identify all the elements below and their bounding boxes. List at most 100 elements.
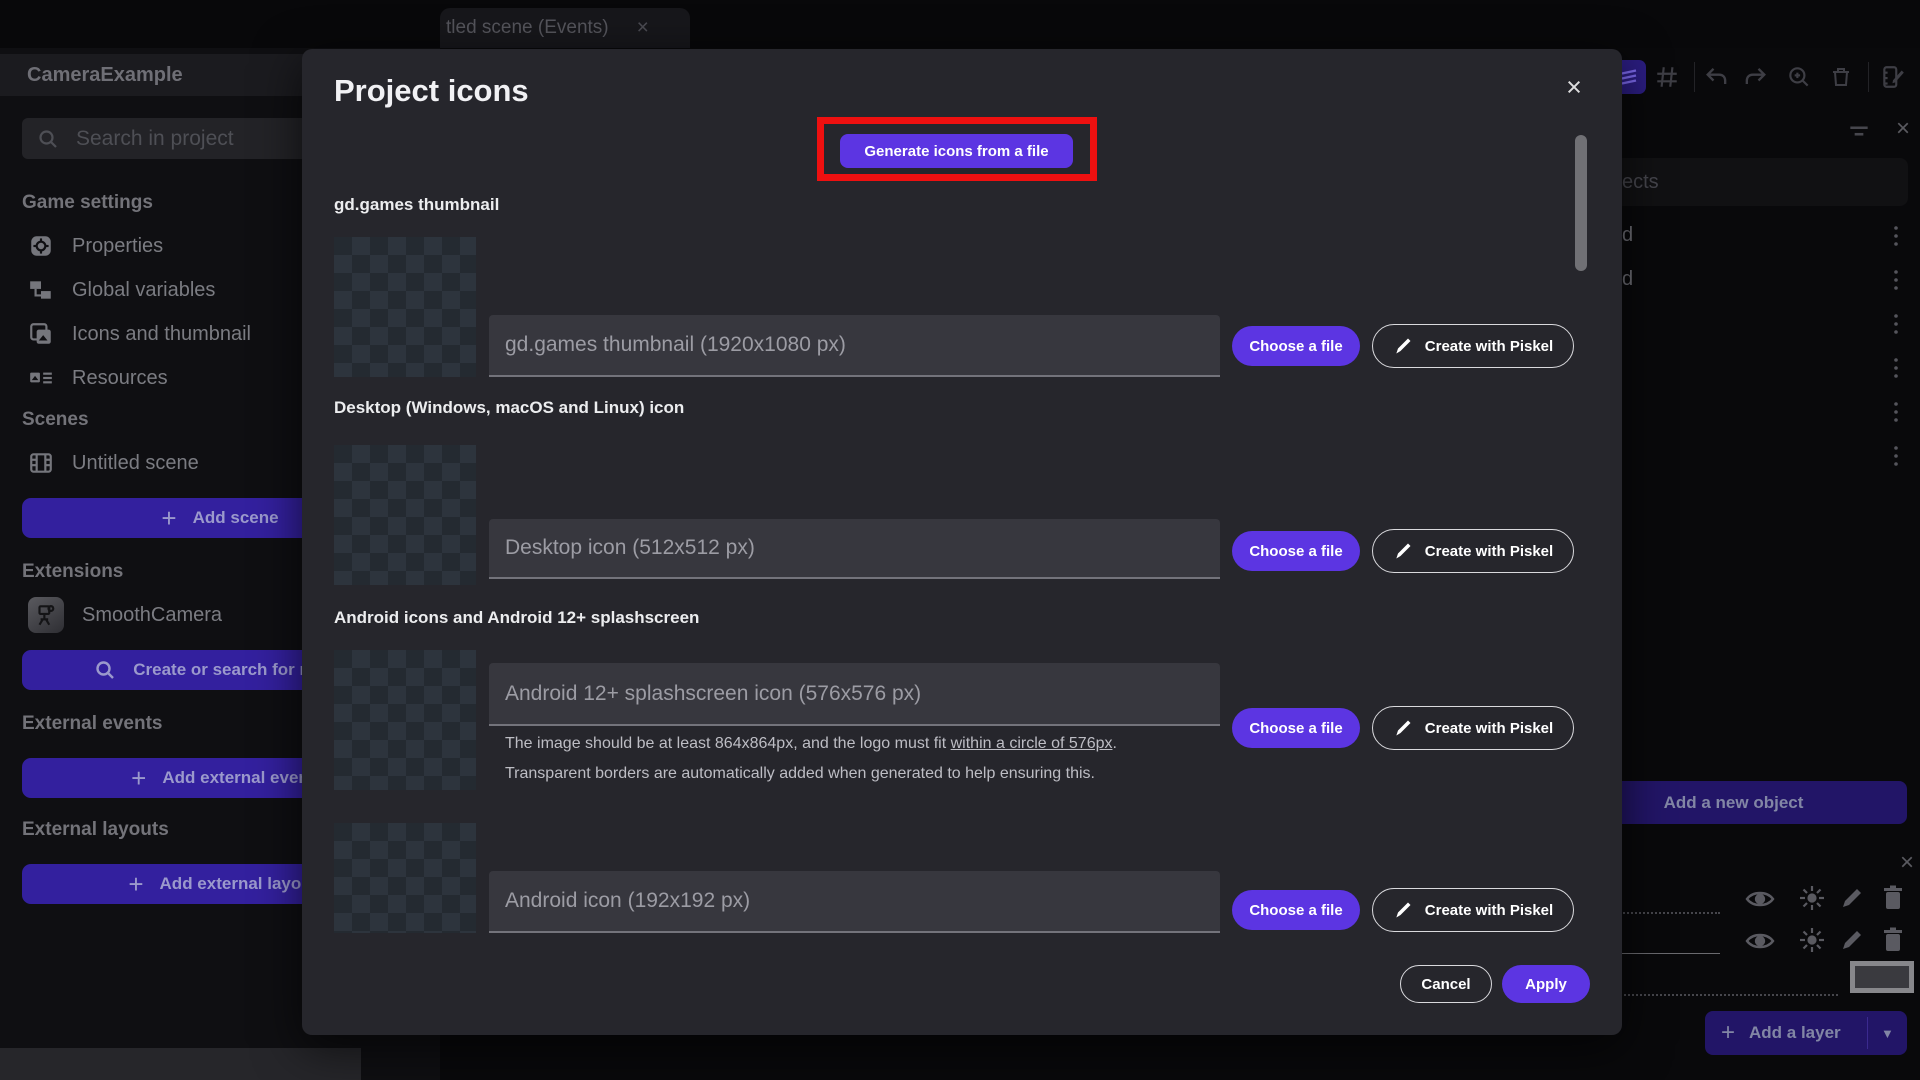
layer-delete-button[interactable] bbox=[1880, 884, 1906, 912]
dialog-close-button[interactable]: × bbox=[1556, 69, 1592, 105]
android-splashscreen-input[interactable] bbox=[489, 663, 1220, 726]
close-icon: × bbox=[1895, 115, 1910, 142]
top-bar: tled scene (Events) × bbox=[0, 0, 1920, 48]
section-heading-gdgames: gd.games thumbnail bbox=[334, 195, 500, 214]
search-placeholder: Search in project bbox=[76, 126, 234, 150]
layer-edit-button[interactable] bbox=[1838, 884, 1866, 912]
cancel-button[interactable]: Cancel bbox=[1400, 965, 1492, 1003]
images-icon bbox=[30, 323, 51, 344]
pencil-icon bbox=[1396, 720, 1411, 736]
thumbnail-preview-splashscreen bbox=[334, 650, 476, 790]
undo-icon bbox=[1706, 68, 1727, 84]
caret-down-icon[interactable]: ▼ bbox=[1881, 1026, 1894, 1041]
object-row-label[interactable]: d bbox=[1622, 224, 1633, 247]
object-row-menu-button[interactable] bbox=[1892, 356, 1900, 380]
kebab-icon bbox=[1894, 270, 1898, 290]
search-objects-input[interactable]: ects bbox=[1592, 158, 1908, 206]
pencil-icon bbox=[1396, 543, 1411, 559]
object-row-menu-button[interactable] bbox=[1892, 444, 1900, 468]
create-with-piskel-button[interactable]: Create with Piskel bbox=[1372, 706, 1574, 750]
toolbar-divider bbox=[1694, 62, 1695, 92]
layer-effects-button[interactable] bbox=[1798, 884, 1826, 912]
annotation-highlight-box bbox=[817, 117, 1097, 181]
section-scenes: Scenes bbox=[22, 409, 89, 430]
create-with-piskel-button[interactable]: Create with Piskel bbox=[1372, 324, 1574, 368]
splashscreen-help-line1: The image should be at least 864x864px, … bbox=[505, 735, 1117, 752]
eye-icon bbox=[1745, 891, 1775, 907]
kebab-icon bbox=[1894, 402, 1898, 422]
sidebar-bottom-strip bbox=[0, 1048, 361, 1080]
layer-value-field[interactable] bbox=[1850, 961, 1914, 993]
objects-panel-close-button[interactable]: × bbox=[1888, 114, 1918, 144]
layers-divider bbox=[1592, 994, 1838, 996]
dialog-scrollbar-thumb[interactable] bbox=[1575, 135, 1587, 271]
zoom-in-icon bbox=[1789, 67, 1809, 87]
thumbnail-preview-gdgames bbox=[334, 237, 476, 377]
desktop-icon-input[interactable] bbox=[489, 519, 1220, 579]
layers-panel-close-button[interactable]: × bbox=[1892, 848, 1920, 878]
layer-visibility-button[interactable] bbox=[1744, 928, 1776, 954]
object-row-menu-button[interactable] bbox=[1892, 224, 1900, 248]
object-row-menu-button[interactable] bbox=[1892, 400, 1900, 424]
pencil-icon bbox=[1396, 902, 1411, 918]
add-a-layer-button[interactable]: + Add a layer ▼ bbox=[1705, 1011, 1907, 1055]
redo-button[interactable] bbox=[1740, 62, 1770, 92]
smoothcamera-icon bbox=[28, 597, 64, 633]
object-row-menu-button[interactable] bbox=[1892, 312, 1900, 336]
gear-icon bbox=[31, 236, 51, 256]
plus-icon: + bbox=[1721, 1019, 1736, 1046]
kebab-icon bbox=[1894, 358, 1898, 378]
pencil-icon bbox=[1843, 889, 1861, 907]
choose-file-button[interactable]: Choose a file bbox=[1232, 326, 1360, 366]
filter-objects-button[interactable] bbox=[1844, 116, 1874, 146]
choose-file-button[interactable]: Choose a file bbox=[1232, 531, 1360, 571]
android-icon-input[interactable] bbox=[489, 871, 1220, 933]
apply-button[interactable]: Apply bbox=[1502, 965, 1590, 1003]
kebab-icon bbox=[1894, 446, 1898, 466]
section-heading-desktop: Desktop (Windows, macOS and Linux) icon bbox=[334, 398, 685, 417]
object-row-menu-button[interactable] bbox=[1892, 268, 1900, 292]
close-icon: × bbox=[1899, 849, 1914, 876]
trash-icon bbox=[1884, 885, 1902, 909]
search-icon bbox=[96, 661, 115, 679]
tab-label: tled scene (Events) bbox=[446, 17, 609, 38]
layer-edit-button[interactable] bbox=[1838, 926, 1866, 954]
pencil-icon bbox=[1843, 931, 1861, 949]
gdevelop-app: tled scene (Events) × CameraExample Sear… bbox=[0, 0, 1920, 1080]
section-heading-android: Android icons and Android 12+ splashscre… bbox=[334, 608, 700, 627]
kebab-icon bbox=[1894, 226, 1898, 246]
layer-delete-button[interactable] bbox=[1880, 926, 1906, 954]
trash-icon bbox=[1884, 927, 1902, 951]
section-game-settings: Game settings bbox=[22, 192, 153, 213]
zoom-tool-button[interactable] bbox=[1784, 62, 1814, 92]
tab-close-icon[interactable]: × bbox=[637, 16, 649, 40]
search-icon bbox=[39, 129, 57, 148]
pencil-icon bbox=[1396, 338, 1411, 354]
project-icons-dialog: Project icons × Generate icons from a fi… bbox=[302, 49, 1622, 1035]
grid-tool-button[interactable] bbox=[1652, 62, 1682, 92]
layer-effects-button[interactable] bbox=[1798, 926, 1826, 954]
effect-icon bbox=[1800, 928, 1824, 952]
undo-button[interactable] bbox=[1702, 62, 1732, 92]
layer-visibility-button[interactable] bbox=[1744, 886, 1776, 912]
choose-file-button[interactable]: Choose a file bbox=[1232, 708, 1360, 748]
splashscreen-help-line2: Transparent borders are automatically ad… bbox=[505, 765, 1095, 782]
create-with-piskel-button[interactable]: Create with Piskel bbox=[1372, 529, 1574, 573]
choose-file-button[interactable]: Choose a file bbox=[1232, 890, 1360, 930]
delete-tool-button[interactable] bbox=[1826, 62, 1856, 92]
object-row-label[interactable]: d bbox=[1622, 268, 1633, 291]
tab-scene-events[interactable]: tled scene (Events) × bbox=[440, 8, 690, 48]
section-external-layouts: External layouts bbox=[22, 819, 169, 840]
section-extensions: Extensions bbox=[22, 561, 124, 582]
trash-icon bbox=[1833, 68, 1849, 86]
create-with-piskel-button[interactable]: Create with Piskel bbox=[1372, 888, 1574, 932]
gdgames-thumbnail-input[interactable] bbox=[489, 315, 1220, 377]
plus-icon: + bbox=[131, 762, 147, 793]
thumbnail-preview-desktop bbox=[334, 445, 476, 585]
plus-icon: + bbox=[161, 502, 177, 533]
kebab-icon bbox=[1894, 314, 1898, 334]
film-icon bbox=[30, 453, 52, 473]
eye-icon bbox=[1745, 933, 1775, 949]
edit-scene-properties-button[interactable] bbox=[1878, 62, 1908, 92]
circle-link[interactable]: within a circle of 576px bbox=[951, 735, 1113, 752]
